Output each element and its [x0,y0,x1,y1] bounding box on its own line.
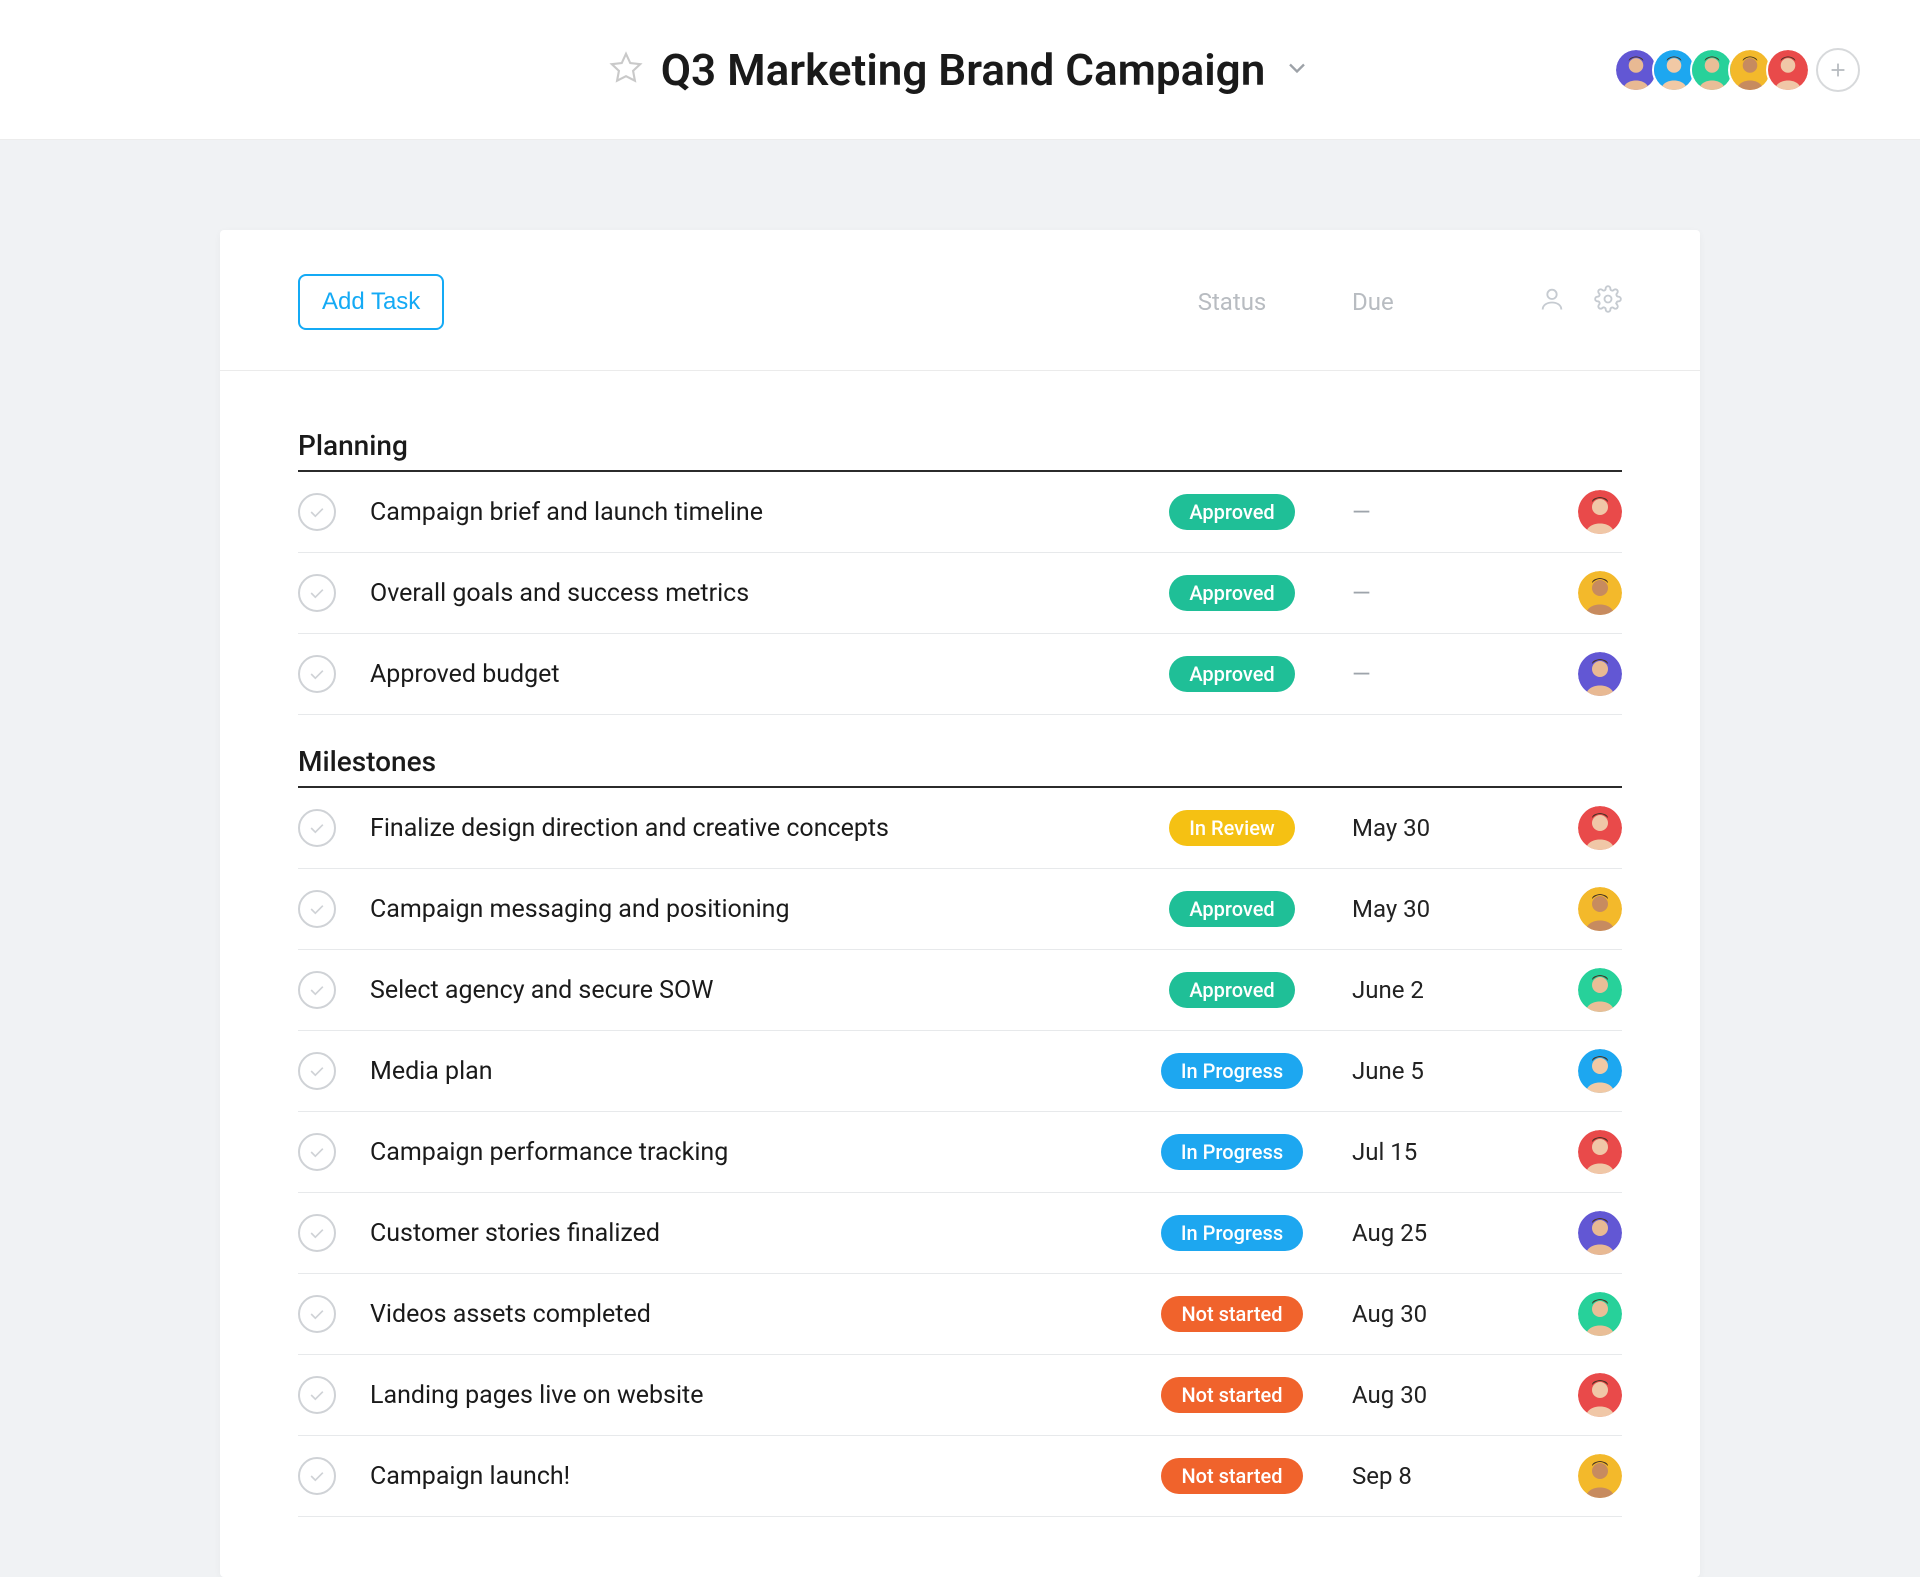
check-circle-icon[interactable] [298,1376,336,1414]
task-row[interactable]: Media plan In Progress June 5 [298,1031,1622,1112]
status-column-header: Status [1142,288,1322,316]
chevron-down-icon[interactable] [1283,54,1311,86]
top-bar: Q3 Marketing Brand Campaign [0,0,1920,140]
assignee-avatar[interactable] [1578,652,1622,696]
due-date[interactable]: Jul 15 [1322,1138,1492,1166]
person-icon[interactable] [1538,285,1566,319]
due-date[interactable]: June 2 [1322,976,1492,1004]
add-task-button[interactable]: Add Task [298,274,444,330]
check-circle-icon[interactable] [298,1133,336,1171]
task-name: Select agency and secure SOW [370,976,1142,1005]
task-name: Landing pages live on website [370,1381,1142,1410]
check-circle-icon[interactable] [298,890,336,928]
task-row[interactable]: Campaign performance tracking In Progress… [298,1112,1622,1193]
task-name: Approved budget [370,660,1142,689]
assignee-avatar[interactable] [1578,1211,1622,1255]
due-column-header: Due [1322,288,1492,316]
task-name: Finalize design direction and creative c… [370,814,1142,843]
project-heading: Q3 Marketing Brand Campaign [609,44,1312,96]
status-badge[interactable]: Approved [1169,891,1294,927]
check-circle-icon[interactable] [298,1457,336,1495]
section-title[interactable]: Milestones [298,715,1622,788]
assignee-avatar[interactable] [1578,806,1622,850]
assignee-avatar[interactable] [1578,1292,1622,1336]
task-row[interactable]: Landing pages live on website Not started… [298,1355,1622,1436]
task-row[interactable]: Approved budget Approved — [298,634,1622,715]
assignee-avatar[interactable] [1578,490,1622,534]
task-card: Add Task Status Due Plannin [220,230,1700,1577]
due-date[interactable]: Aug 30 [1322,1381,1492,1409]
task-name: Overall goals and success metrics [370,579,1142,608]
task-name: Campaign launch! [370,1462,1142,1491]
assignee-avatar[interactable] [1578,968,1622,1012]
member-avatar[interactable] [1766,48,1810,92]
status-badge[interactable]: In Progress [1161,1134,1303,1170]
project-title[interactable]: Q3 Marketing Brand Campaign [661,44,1266,96]
check-circle-icon[interactable] [298,1052,336,1090]
star-icon[interactable] [609,51,643,89]
status-badge[interactable]: In Review [1169,810,1295,846]
status-badge[interactable]: Not started [1161,1458,1302,1494]
task-name: Videos assets completed [370,1300,1142,1329]
status-badge[interactable]: Not started [1161,1296,1302,1332]
assignee-avatar[interactable] [1578,1130,1622,1174]
task-row[interactable]: Overall goals and success metrics Approve… [298,553,1622,634]
due-date[interactable]: June 5 [1322,1057,1492,1085]
task-name: Customer stories finalized [370,1219,1142,1248]
due-date[interactable]: Sep 8 [1322,1462,1492,1490]
add-member-button[interactable] [1816,48,1860,92]
due-date[interactable]: May 30 [1322,814,1492,842]
task-name: Campaign brief and launch timeline [370,498,1142,527]
check-circle-icon[interactable] [298,809,336,847]
assignee-avatar[interactable] [1578,1049,1622,1093]
task-row[interactable]: Customer stories finalized In Progress Aug… [298,1193,1622,1274]
status-badge[interactable]: Approved [1169,494,1294,530]
due-date[interactable]: — [1322,579,1492,607]
task-row[interactable]: Select agency and secure SOW Approved June… [298,950,1622,1031]
status-badge[interactable]: In Progress [1161,1053,1303,1089]
due-date[interactable]: — [1322,660,1492,688]
assignee-avatar[interactable] [1578,1454,1622,1498]
due-date[interactable]: May 30 [1322,895,1492,923]
status-badge[interactable]: Approved [1169,972,1294,1008]
status-badge[interactable]: Approved [1169,656,1294,692]
assignee-avatar[interactable] [1578,1373,1622,1417]
gear-icon[interactable] [1594,285,1622,319]
check-circle-icon[interactable] [298,1295,336,1333]
task-row[interactable]: Campaign messaging and positioning Approv… [298,869,1622,950]
check-circle-icon[interactable] [298,971,336,1009]
task-row[interactable]: Videos assets completed Not started Aug 30 [298,1274,1622,1355]
status-badge[interactable]: Not started [1161,1377,1302,1413]
assignee-avatar[interactable] [1578,571,1622,615]
check-circle-icon[interactable] [298,1214,336,1252]
member-list [1620,48,1860,92]
due-date[interactable]: Aug 30 [1322,1300,1492,1328]
section-title[interactable]: Planning [298,399,1622,472]
status-badge[interactable]: In Progress [1161,1215,1303,1251]
task-row[interactable]: Finalize design direction and creative c… [298,788,1622,869]
due-date[interactable]: — [1322,498,1492,526]
assignee-avatar[interactable] [1578,887,1622,931]
task-name: Campaign messaging and positioning [370,895,1142,924]
check-circle-icon[interactable] [298,655,336,693]
task-row[interactable]: Campaign brief and launch timeline Approv… [298,472,1622,553]
card-header: Add Task Status Due [220,230,1700,371]
check-circle-icon[interactable] [298,493,336,531]
task-name: Media plan [370,1057,1142,1086]
task-row[interactable]: Campaign launch! Not started Sep 8 [298,1436,1622,1517]
task-name: Campaign performance tracking [370,1138,1142,1167]
status-badge[interactable]: Approved [1169,575,1294,611]
due-date[interactable]: Aug 25 [1322,1219,1492,1247]
check-circle-icon[interactable] [298,574,336,612]
